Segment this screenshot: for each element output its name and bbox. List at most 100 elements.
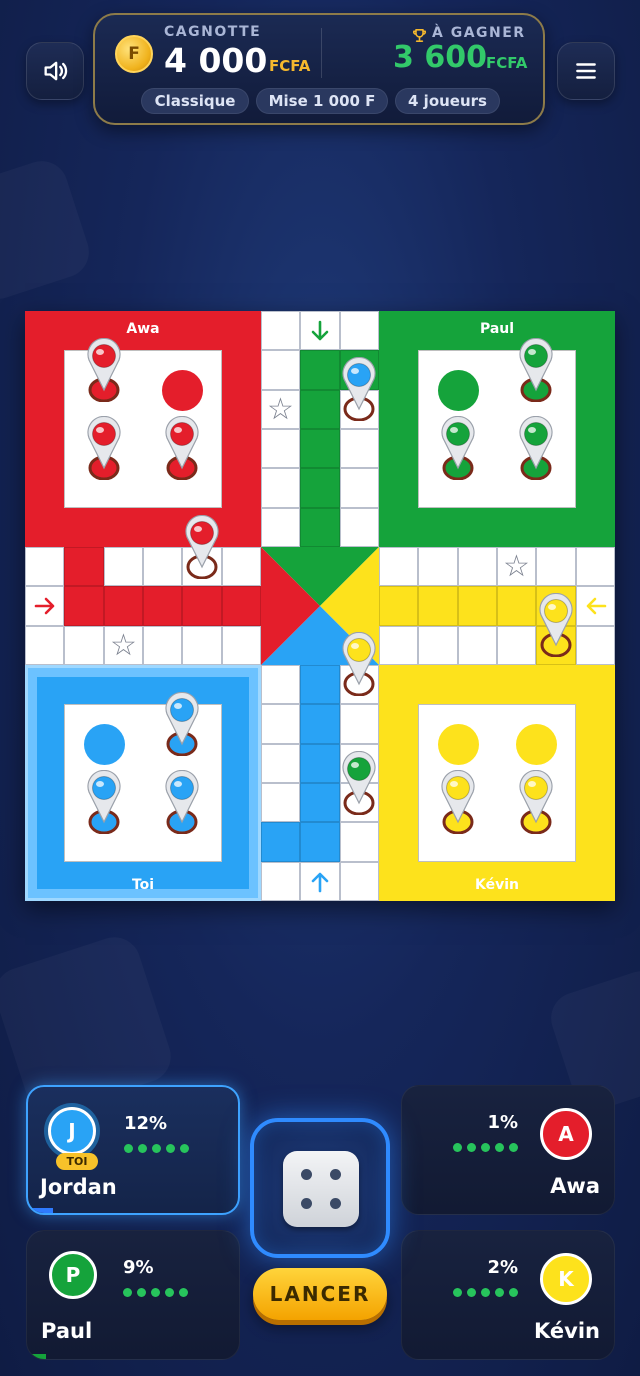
home-lane-cell-blue bbox=[300, 743, 340, 783]
track-cell bbox=[221, 547, 261, 587]
dice-panel[interactable] bbox=[250, 1118, 390, 1258]
base-yellow-name: Kévin bbox=[475, 877, 519, 893]
track-cell bbox=[497, 625, 537, 665]
track-cell bbox=[457, 625, 497, 665]
track-cell bbox=[339, 507, 379, 547]
track-cell bbox=[261, 704, 301, 744]
home-lane-cell-red bbox=[64, 586, 104, 626]
track-cell bbox=[339, 822, 379, 862]
home-lane-cell-red bbox=[103, 586, 143, 626]
pawn-red[interactable] bbox=[84, 338, 124, 402]
track-cell bbox=[379, 625, 419, 665]
sound-button[interactable] bbox=[26, 42, 84, 100]
win-label: À GAGNER bbox=[432, 25, 526, 41]
arrow-up-icon bbox=[300, 862, 339, 901]
background-decoration bbox=[0, 154, 96, 305]
home-lane-cell-blue bbox=[261, 822, 301, 862]
mode-pill: Classique bbox=[141, 88, 249, 114]
home-lane-cell-red bbox=[64, 547, 104, 587]
pawn-yellow[interactable] bbox=[516, 770, 556, 834]
ludo-board: Awa Paul Toi Kévin ☆ ☆ ☆ bbox=[25, 311, 615, 901]
track-cell bbox=[261, 743, 301, 783]
dice[interactable] bbox=[283, 1151, 359, 1227]
track-cell bbox=[261, 861, 301, 901]
pawn-blue[interactable] bbox=[162, 692, 202, 756]
you-badge: TOI bbox=[56, 1153, 98, 1170]
dice-pip bbox=[330, 1198, 341, 1209]
pawn-blue[interactable] bbox=[84, 770, 124, 834]
home-lane-cell-yellow bbox=[497, 586, 537, 626]
home-lane-cell-blue bbox=[300, 665, 340, 705]
avatar-jordan: J bbox=[48, 1107, 96, 1155]
pawn-green[interactable] bbox=[339, 751, 379, 815]
pawn-green[interactable] bbox=[516, 338, 556, 402]
home-lane-cell-blue bbox=[300, 704, 340, 744]
jackpot-currency: FCFA bbox=[269, 57, 311, 75]
track-cell bbox=[339, 429, 379, 469]
progress-bar-jordan bbox=[28, 1208, 54, 1213]
player-card-kevin: K 2% Kévin bbox=[401, 1230, 615, 1360]
track-cell bbox=[143, 625, 183, 665]
pawn-red[interactable] bbox=[162, 416, 202, 480]
menu-button[interactable] bbox=[557, 42, 615, 100]
base-yellow: Kévin bbox=[379, 665, 615, 901]
track-cell bbox=[339, 468, 379, 508]
pawn-yellow[interactable] bbox=[438, 770, 478, 834]
home-lane-cell-red bbox=[221, 586, 261, 626]
pawn-yellow[interactable] bbox=[536, 593, 576, 657]
track-cell bbox=[575, 547, 615, 587]
base-green-name: Paul bbox=[479, 321, 515, 337]
track-cell bbox=[261, 350, 301, 390]
home-lane-cell-green bbox=[300, 468, 340, 508]
track-cell bbox=[143, 547, 183, 587]
dice-pip bbox=[330, 1169, 341, 1180]
pawn-red[interactable] bbox=[84, 416, 124, 480]
yard-slot-yellow bbox=[516, 724, 557, 765]
yard-slot-yellow bbox=[438, 724, 479, 765]
home-lane-cell-green bbox=[300, 507, 340, 547]
pawn-green[interactable] bbox=[438, 416, 478, 480]
progress-dots-kevin bbox=[453, 1288, 518, 1297]
pawn-blue[interactable] bbox=[162, 770, 202, 834]
track-cell bbox=[261, 468, 301, 508]
pawn-blue[interactable] bbox=[339, 357, 379, 421]
safe-star-icon: ☆ bbox=[267, 392, 294, 427]
pawn-green[interactable] bbox=[516, 416, 556, 480]
track-cell bbox=[25, 625, 65, 665]
progress-percent-kevin: 2% bbox=[487, 1257, 518, 1278]
track-cell bbox=[25, 547, 65, 587]
track-cell bbox=[261, 311, 301, 351]
player-name-paul: Paul bbox=[41, 1319, 93, 1343]
progress-percent-jordan: 12% bbox=[124, 1113, 168, 1134]
roll-button[interactable]: LANCER bbox=[253, 1268, 387, 1320]
dice-pip bbox=[301, 1198, 312, 1209]
jackpot-amount: 4 000 bbox=[164, 41, 268, 80]
track-cell bbox=[379, 547, 419, 587]
track-cell bbox=[418, 547, 458, 587]
track-cell bbox=[339, 311, 379, 351]
base-blue: Toi bbox=[25, 665, 261, 901]
dice-pip bbox=[301, 1169, 312, 1180]
player-name-jordan: Jordan bbox=[40, 1175, 117, 1199]
yard-slot-green bbox=[438, 370, 479, 411]
home-lane-cell-red bbox=[182, 586, 222, 626]
speaker-icon bbox=[44, 61, 68, 81]
track-cell bbox=[339, 861, 379, 901]
win-amount: 3 600 bbox=[393, 40, 487, 75]
avatar-awa: A bbox=[540, 1108, 592, 1160]
track-cell bbox=[575, 625, 615, 665]
home-lane-cell-blue bbox=[300, 783, 340, 823]
player-card-awa: A 1% Awa bbox=[401, 1085, 615, 1215]
track-cell bbox=[64, 625, 104, 665]
home-lane-cell-yellow bbox=[418, 586, 458, 626]
pawn-yellow[interactable] bbox=[339, 632, 379, 696]
track-cell bbox=[261, 665, 301, 705]
hamburger-menu-icon bbox=[576, 63, 596, 79]
pawn-red[interactable] bbox=[182, 515, 222, 579]
home-lane-cell-green bbox=[300, 389, 340, 429]
arrow-right-icon bbox=[25, 586, 64, 625]
base-blue-name: Toi bbox=[131, 877, 155, 893]
jackpot-divider bbox=[321, 28, 322, 78]
track-cell bbox=[536, 547, 576, 587]
track-cell bbox=[418, 625, 458, 665]
